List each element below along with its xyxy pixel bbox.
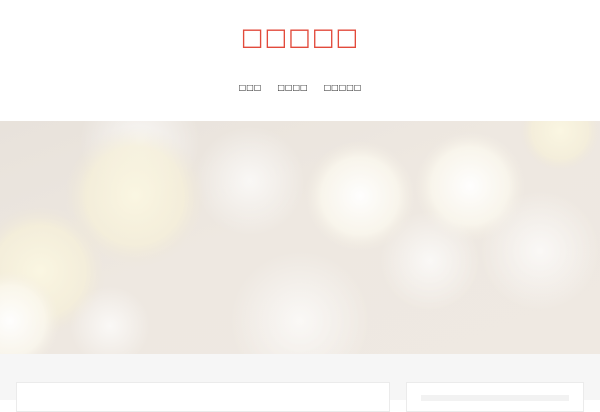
sidebar-widget: [406, 382, 584, 412]
hero-banner-image: [0, 121, 600, 354]
sidebar-widget-header: [421, 395, 569, 401]
nav-item-home[interactable]: □□□: [239, 80, 262, 96]
bokeh-background: [0, 121, 600, 354]
nav-item-about[interactable]: □□□□: [277, 80, 307, 96]
content-area: [0, 354, 600, 412]
site-header: □□□□□ □□□ □□□□ □□□□□: [0, 0, 600, 121]
site-title[interactable]: □□□□□: [0, 22, 600, 52]
nav-item-contact[interactable]: □□□□□: [324, 80, 362, 96]
main-nav: □□□ □□□□ □□□□□: [0, 80, 600, 96]
main-content-card: [16, 382, 390, 412]
